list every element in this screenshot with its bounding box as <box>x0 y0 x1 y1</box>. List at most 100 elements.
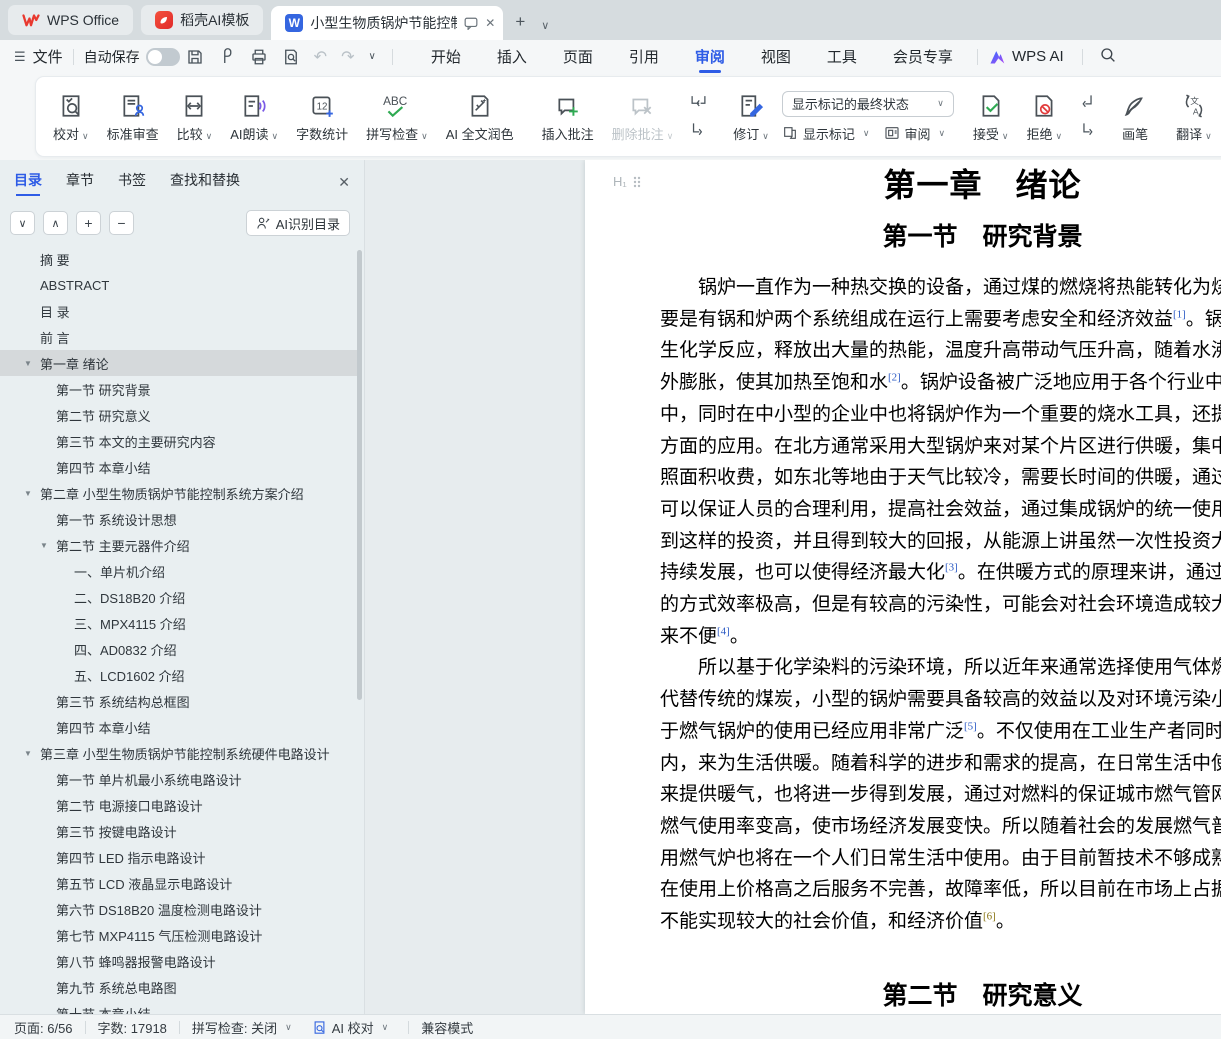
toc-item[interactable]: 第四节 LED 指示电路设计 <box>0 844 357 870</box>
redo-icon[interactable]: ↷ <box>341 47 354 67</box>
menu-item-reference[interactable]: 引用 <box>629 41 659 72</box>
compare-button[interactable]: 比较∨ <box>168 87 222 147</box>
toc-item[interactable]: 第十节 本章小结 <box>0 1000 357 1014</box>
toc-item[interactable]: 第七节 MXP4115 气压检测电路设计 <box>0 922 357 948</box>
drag-handle-icon[interactable] <box>633 176 641 188</box>
tab-wps-office[interactable]: WPS Office <box>8 5 133 35</box>
menu-item-member[interactable]: 会员专享 <box>893 41 953 72</box>
word-count-button[interactable]: 12 字数统计 <box>287 87 357 147</box>
close-tab-icon[interactable]: ✕ <box>485 16 495 30</box>
toc-item[interactable]: 目 录 <box>0 298 357 324</box>
toc-item[interactable]: 第二节 电源接口电路设计 <box>0 792 357 818</box>
markup-state-dropdown[interactable]: 显示标记的最终状态 ∨ <box>782 91 954 117</box>
track-changes-button[interactable]: 修订∨ <box>724 87 778 147</box>
close-sidebar-icon[interactable]: ✕ <box>338 174 350 191</box>
menu-item-insert[interactable]: 插入 <box>497 41 527 72</box>
collapse-arrow-icon[interactable]: ▼ <box>24 749 40 758</box>
ai-proofread-status[interactable]: AI 校对∨ <box>312 1018 389 1037</box>
insert-comment-button[interactable]: 插入批注 <box>533 87 603 147</box>
search-icon[interactable] <box>1099 46 1117 68</box>
file-menu[interactable]: ☰ 文件 <box>14 46 63 67</box>
ink-pen-button[interactable]: 画笔 <box>1113 87 1157 147</box>
quick-access-chevron-icon[interactable]: ∨ <box>368 51 375 62</box>
toc-item[interactable]: 四、AD0832 介绍 <box>0 636 357 662</box>
translate-button[interactable]: 文A 翻译∨ <box>1167 87 1221 147</box>
toc-item[interactable]: 第三节 本文的主要研究内容 <box>0 428 357 454</box>
tab-docer-templates[interactable]: 稻壳AI模板 <box>141 5 263 35</box>
wps-ai-button[interactable]: WPS AI <box>988 48 1064 65</box>
word-count-indicator[interactable]: 字数: 17918 <box>98 1018 167 1037</box>
toc-item[interactable]: 五、LCD1602 介绍 <box>0 662 357 688</box>
toc-item[interactable]: 一、单片机介绍 <box>0 558 357 584</box>
print-preview-icon[interactable] <box>282 48 300 66</box>
collapse-arrow-icon[interactable]: ▼ <box>40 541 56 550</box>
delete-comment-button[interactable]: 删除批注∨ <box>603 87 683 147</box>
tab-list-chevron-icon[interactable]: ∨ <box>533 19 557 40</box>
spell-check-status[interactable]: 拼写检查: 关闭∨ <box>192 1018 292 1037</box>
zoom-out-button[interactable]: − <box>109 211 134 235</box>
show-markup-button[interactable]: 显示标记∨ <box>782 124 870 143</box>
toc-item[interactable]: 第八节 蜂鸣器报警电路设计 <box>0 948 357 974</box>
tab-comment-icon[interactable] <box>464 17 478 30</box>
tab-document[interactable]: W 小型生物质锅炉节能控制系统简 ✕ <box>271 6 503 40</box>
toc-item[interactable]: 第三节 按键电路设计 <box>0 818 357 844</box>
new-tab-button[interactable]: + <box>507 12 533 40</box>
toc-item[interactable]: 第四节 本章小结 <box>0 714 357 740</box>
toc-item[interactable]: 第一节 研究背景 <box>0 376 357 402</box>
print-icon[interactable] <box>250 48 268 66</box>
menu-item-tools[interactable]: 工具 <box>827 41 857 72</box>
menu-item-view[interactable]: 视图 <box>761 41 791 72</box>
sidebar-tab-contents[interactable]: 目录 <box>14 170 42 194</box>
next-change-button[interactable] <box>1075 120 1099 142</box>
review-pane-button[interactable]: 审阅∨ <box>884 124 946 143</box>
ai-read-aloud-button[interactable]: AI朗读∨ <box>221 87 287 147</box>
menu-item-page[interactable]: 页面 <box>563 41 593 72</box>
page-indicator[interactable]: 页面: 6/56 <box>14 1018 73 1037</box>
proofread-button[interactable]: 校对∨ <box>44 87 98 147</box>
toc-item[interactable]: 前 言 <box>0 324 357 350</box>
toc-item[interactable]: 第五节 LCD 液晶显示电路设计 <box>0 870 357 896</box>
toc-item[interactable]: 第三节 系统结构总框图 <box>0 688 357 714</box>
autosave-toggle[interactable] <box>146 48 180 66</box>
toc-item[interactable]: 第二节 研究意义 <box>0 402 357 428</box>
heading-marker[interactable]: H₁ <box>613 174 641 189</box>
previous-comment-button[interactable] <box>686 92 710 114</box>
ai-polish-button[interactable]: AI 全文润色 <box>437 87 523 147</box>
toc-item[interactable]: 二、DS18B20 介绍 <box>0 584 357 610</box>
toc-item[interactable]: ▼第一章 绪论 <box>0 350 357 376</box>
toc-item[interactable]: 第四节 本章小结 <box>0 454 357 480</box>
menu-item-home[interactable]: 开始 <box>431 41 461 72</box>
expand-all-button[interactable]: ∨ <box>10 211 35 235</box>
reject-change-button[interactable]: 拒绝∨ <box>1018 87 1072 147</box>
toc-item[interactable]: ▼第二节 主要元器件介绍 <box>0 532 357 558</box>
spell-check-button[interactable]: ABC 拼写检查∨ <box>357 87 437 147</box>
toc-item[interactable]: 第一节 单片机最小系统电路设计 <box>0 766 357 792</box>
toc-item[interactable]: 三、MPX4115 介绍 <box>0 610 357 636</box>
collapse-arrow-icon[interactable]: ▼ <box>24 359 40 368</box>
accept-change-button[interactable]: 接受∨ <box>964 87 1018 147</box>
review-pane-icon <box>884 125 900 141</box>
toc-item[interactable]: 摘 要 <box>0 246 357 272</box>
collapse-arrow-icon[interactable]: ▼ <box>24 489 40 498</box>
collapse-all-button[interactable]: ∧ <box>43 211 68 235</box>
previous-change-button[interactable] <box>1075 92 1099 114</box>
document-page[interactable]: H₁ 第一章 绪论 第一节 研究背景 锅炉一直作为一种热交换的设备，通过煤的燃烧… <box>585 160 1221 1014</box>
toc-item[interactable]: 第一节 系统设计思想 <box>0 506 357 532</box>
ai-recognize-toc-button[interactable]: AI识别目录 <box>246 210 350 236</box>
toc-item[interactable]: ▼第二章 小型生物质锅炉节能控制系统方案介绍 <box>0 480 357 506</box>
toc-item[interactable]: 第六节 DS18B20 温度检测电路设计 <box>0 896 357 922</box>
sidebar-tab-chapters[interactable]: 章节 <box>66 170 94 194</box>
toc-item[interactable]: 第九节 系统总电路图 <box>0 974 357 1000</box>
menu-item-review[interactable]: 审阅 <box>695 41 725 72</box>
save-icon[interactable] <box>186 48 204 66</box>
zoom-in-button[interactable]: + <box>76 211 101 235</box>
undo-icon[interactable]: ↶ <box>314 47 327 67</box>
sidebar-tab-bookmarks[interactable]: 书签 <box>118 170 146 194</box>
next-comment-button[interactable] <box>686 120 710 142</box>
toc-item[interactable]: ▼第三章 小型生物质锅炉节能控制系统硬件电路设计 <box>0 740 357 766</box>
toc-item[interactable]: ABSTRACT <box>0 272 357 298</box>
sidebar-tab-find-replace[interactable]: 查找和替换 <box>170 170 240 194</box>
export-pdf-icon[interactable] <box>218 48 236 66</box>
sidebar-scrollbar[interactable] <box>357 250 362 700</box>
standard-review-button[interactable]: 标准审查 <box>98 87 168 147</box>
